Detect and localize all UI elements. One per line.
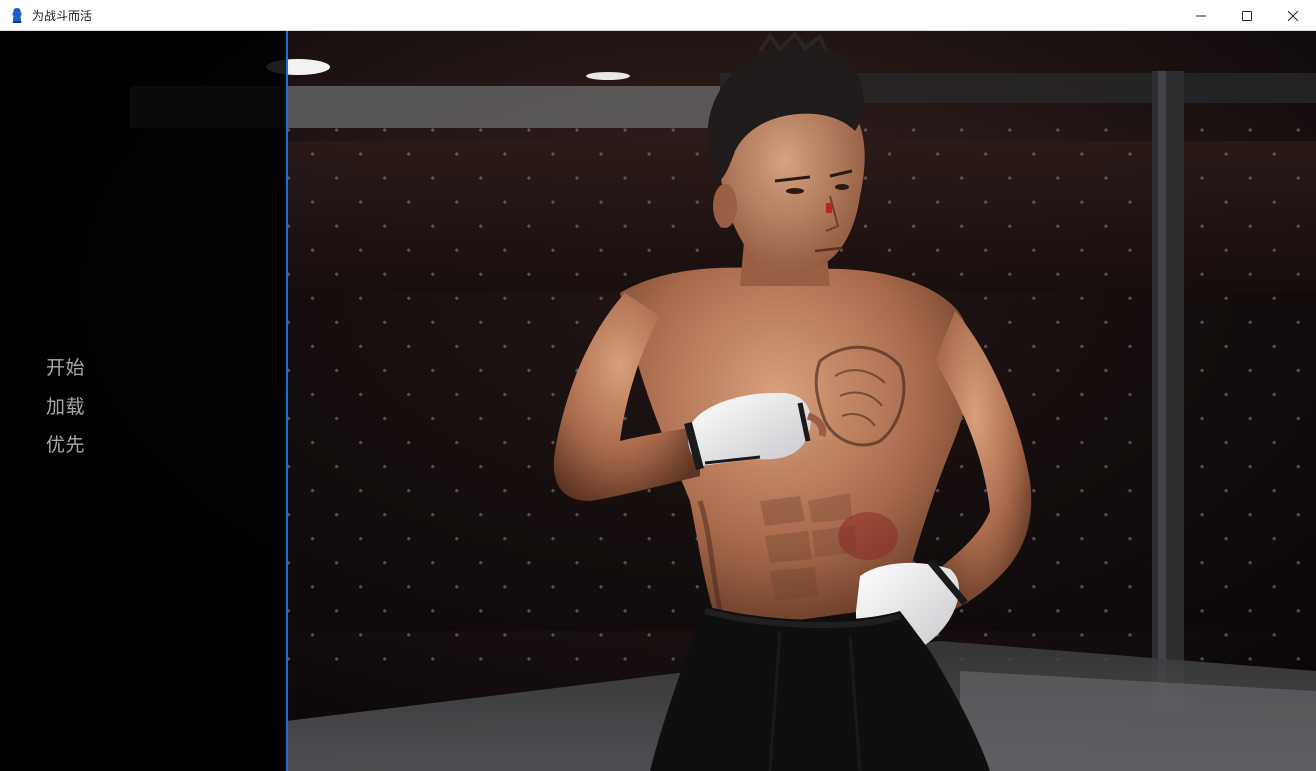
window-controls xyxy=(1178,0,1316,31)
window-title: 为战斗而活 xyxy=(32,8,93,23)
menu-item-start[interactable]: 开始 xyxy=(46,349,85,388)
title-bar[interactable]: 为战斗而活 xyxy=(0,0,1316,31)
menu-item-preferences[interactable]: 优先 xyxy=(46,426,85,465)
app-icon xyxy=(9,7,25,23)
main-menu: 开始 加载 优先 xyxy=(46,349,85,465)
maximize-icon xyxy=(1242,6,1252,25)
menu-item-load[interactable]: 加载 xyxy=(46,388,85,427)
minimize-icon xyxy=(1196,6,1206,25)
game-window: 为战斗而活 开始 加载 优先 xyxy=(0,0,1316,771)
close-button[interactable] xyxy=(1270,0,1316,31)
main-menu-panel: 开始 加载 优先 xyxy=(0,31,288,771)
close-icon xyxy=(1287,6,1299,25)
maximize-button[interactable] xyxy=(1224,0,1270,31)
minimize-button[interactable] xyxy=(1178,0,1224,31)
game-canvas[interactable]: 开始 加载 优先 xyxy=(0,31,1316,771)
